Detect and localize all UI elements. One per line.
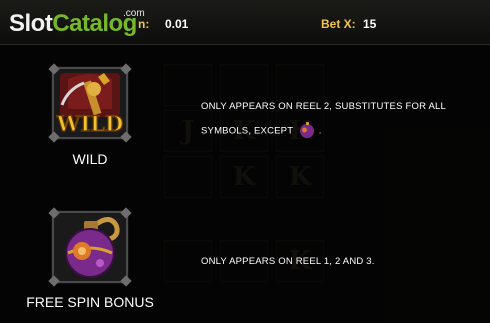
purple-bomb-icon — [65, 217, 120, 278]
slotcatalog-logo: SlotCatalog — [9, 10, 137, 38]
wild-description-prefix: SYMBOLS, EXCEPT — [201, 125, 294, 137]
wild-symbol-tile: WILD — [48, 63, 132, 143]
bonus-symbol-name: FREE SPIN BONUS — [26, 294, 154, 310]
wild-description-line2: SYMBOLS, EXCEPT . — [201, 122, 322, 140]
bet-multiplier-label: Bet X: — [321, 17, 356, 31]
wild-hammer-icon: WILD — [55, 73, 124, 137]
coin-value: 0.01 — [165, 17, 189, 31]
bet-multiplier-value: 15 — [363, 17, 377, 31]
coin-label: n: — [138, 17, 150, 31]
wild-description-suffix: . — [318, 125, 322, 137]
bonus-symbol-tile — [48, 207, 132, 287]
bonus-description: ONLY APPEARS ON REEL 1, 2 AND 3. — [201, 256, 375, 267]
wild-symbol-name: WILD — [72, 151, 108, 167]
top-bar: SlotCatalog .com n: 0.01 Bet X: 15 — [0, 0, 490, 45]
logo-text-slot: Slot — [9, 10, 53, 37]
purple-bomb-icon — [299, 122, 314, 138]
wild-logo-text: WILD — [56, 111, 123, 136]
wild-description-line1: ONLY APPEARS ON REEL 2, SUBSTITUTES FOR … — [201, 101, 446, 112]
